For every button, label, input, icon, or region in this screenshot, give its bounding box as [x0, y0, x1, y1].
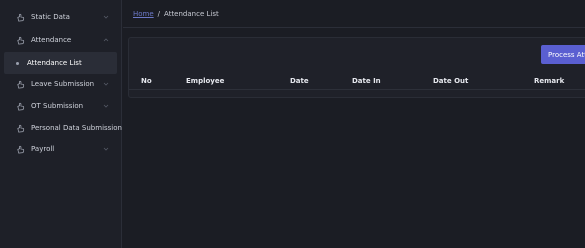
sidebar-item-label: Attendance List: [27, 59, 82, 67]
chevron-up-icon: [103, 37, 109, 43]
sidebar-item-payroll[interactable]: Payroll: [0, 138, 121, 160]
sidebar-item-personal-data-submission[interactable]: Personal Data Submission: [0, 117, 122, 139]
column-header-employee[interactable]: Employee: [186, 77, 224, 85]
sidebar-item-label: OT Submission: [31, 102, 84, 110]
sidebar-item-label: Static Data: [31, 13, 70, 21]
breadcrumb-home-link[interactable]: Home: [133, 10, 154, 18]
sidebar-item-label: Personal Data Submission: [31, 124, 122, 132]
process-attendance-button[interactable]: Process Atte: [541, 45, 585, 64]
sidebar: Static Data Attendance Attendance List L…: [0, 0, 122, 248]
dot-icon: [16, 61, 19, 65]
breadcrumb: Home / Attendance List: [123, 0, 585, 28]
column-header-no[interactable]: No: [141, 77, 152, 85]
sidebar-item-leave-submission[interactable]: Leave Submission: [0, 73, 121, 95]
breadcrumb-separator: /: [157, 9, 161, 18]
hand-icon: [16, 145, 25, 154]
column-header-date-in[interactable]: Date In: [352, 77, 381, 85]
sidebar-item-attendance[interactable]: Attendance: [0, 29, 121, 51]
hand-icon: [16, 80, 25, 89]
hand-icon: [16, 102, 25, 111]
attendance-table-card: Process Atte No Employee Date Date In Da…: [128, 37, 585, 98]
sidebar-item-attendance-list[interactable]: Attendance List: [4, 52, 117, 74]
sidebar-item-static-data[interactable]: Static Data: [0, 6, 121, 28]
sidebar-item-ot-submission[interactable]: OT Submission: [0, 95, 121, 117]
column-header-date-out[interactable]: Date Out: [433, 77, 468, 85]
column-header-date[interactable]: Date: [290, 77, 309, 85]
chevron-down-icon: [103, 146, 109, 152]
hand-icon: [16, 13, 25, 22]
breadcrumb-current: Attendance List: [164, 9, 219, 18]
chevron-down-icon: [103, 81, 109, 87]
chevron-down-icon: [103, 14, 109, 20]
chevron-down-icon: [103, 103, 109, 109]
sidebar-item-label: Attendance: [31, 36, 72, 44]
hand-icon: [16, 36, 25, 45]
hand-icon: [16, 124, 25, 133]
column-header-remark[interactable]: Remark: [534, 77, 564, 85]
sidebar-item-label: Payroll: [31, 145, 55, 153]
sidebar-item-label: Leave Submission: [31, 80, 95, 88]
table-header: No Employee Date Date In Date Out Remark: [129, 73, 585, 90]
